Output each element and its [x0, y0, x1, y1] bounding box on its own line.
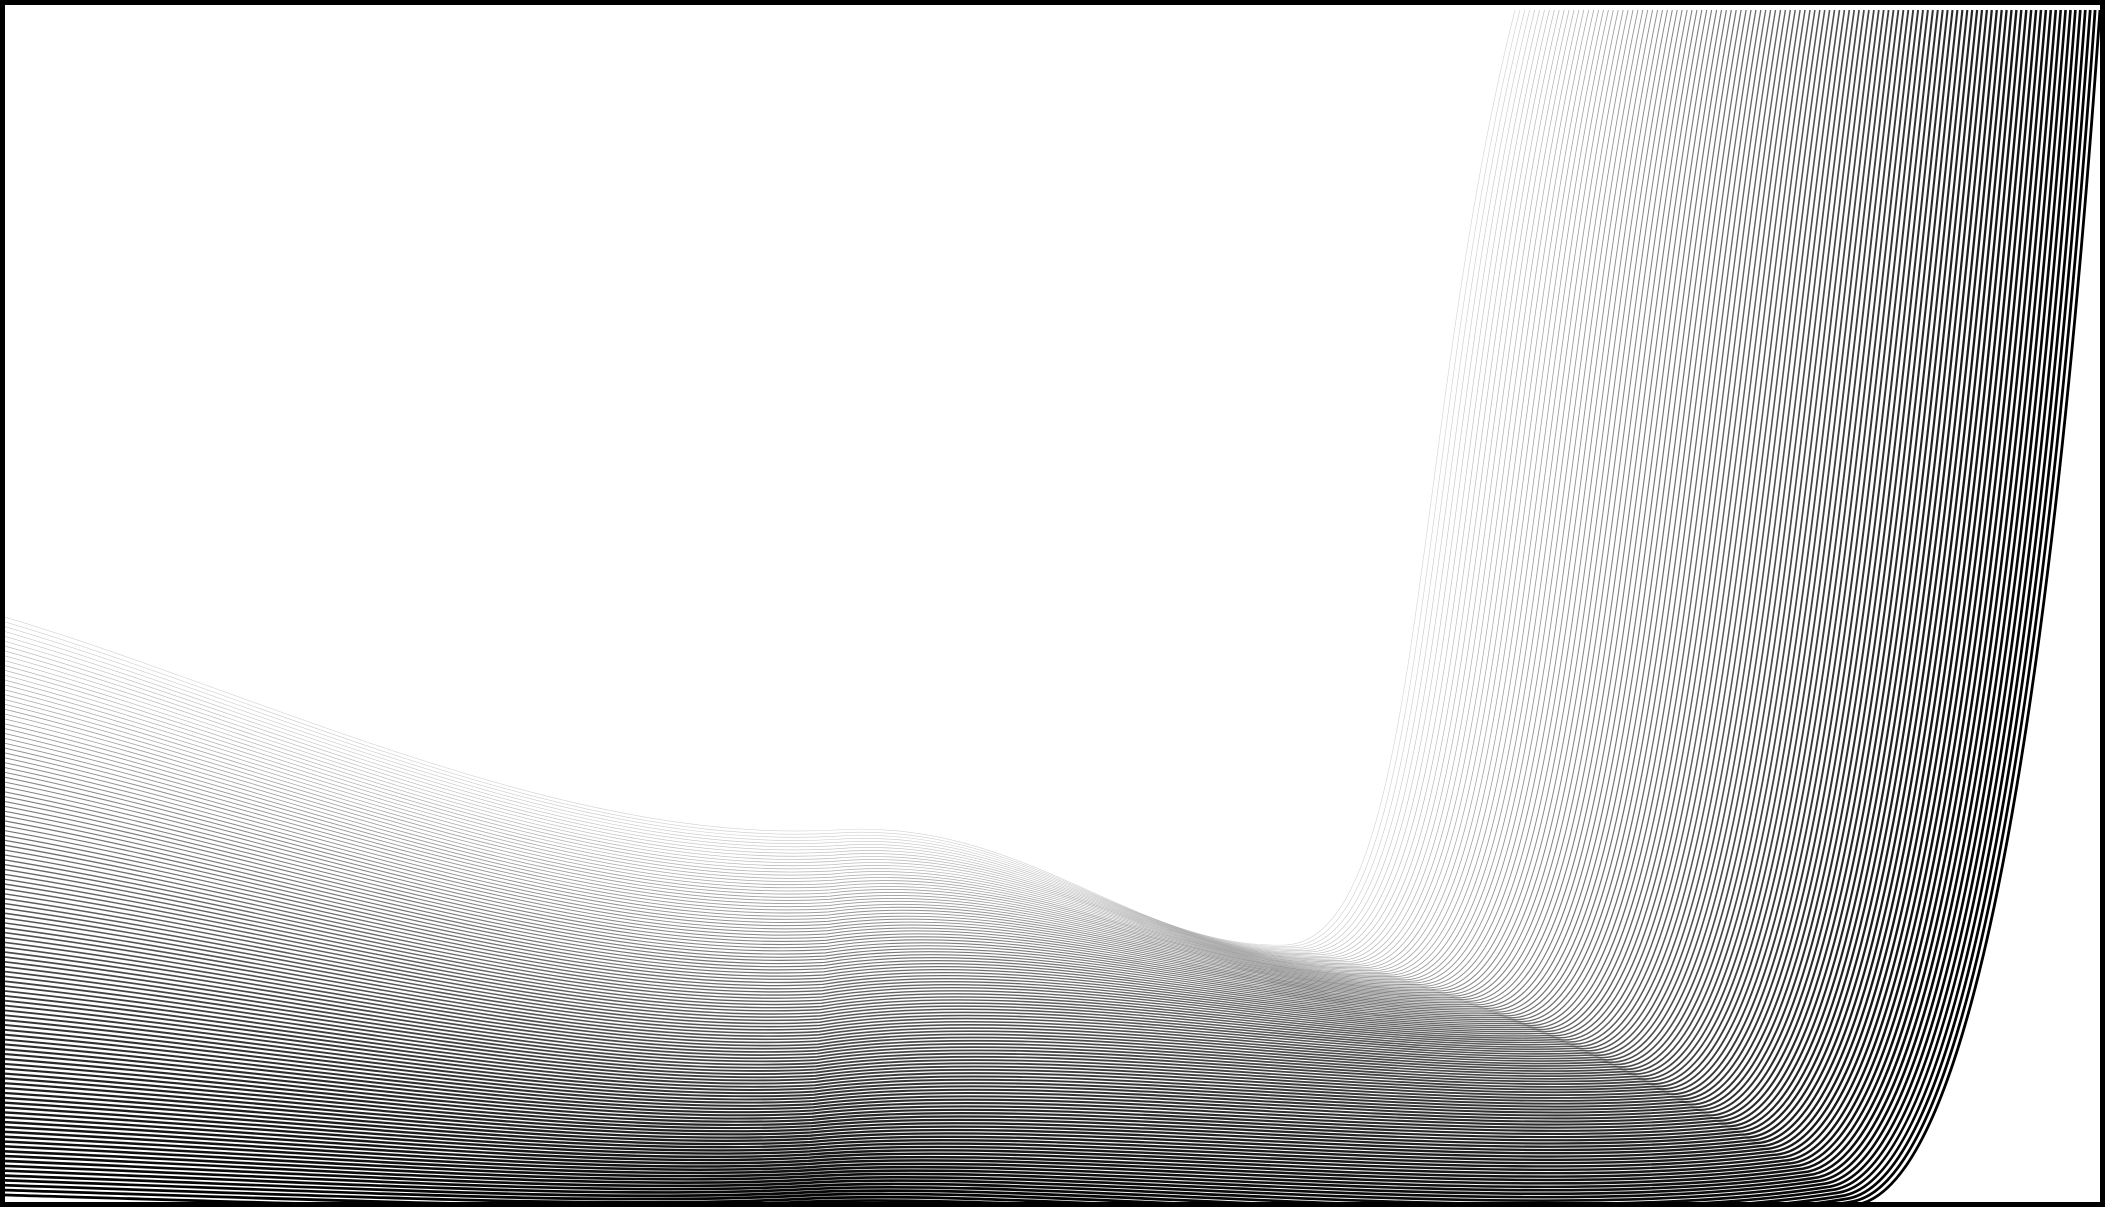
- wave-line: [5, 9, 1801, 1044]
- wave-line: [5, 9, 1796, 1041]
- wave-line: [5, 9, 1659, 989]
- wave-line: [5, 9, 1629, 979]
- wave-line: [5, 9, 1998, 1155]
- wave-line: [5, 9, 1856, 1070]
- wave-line: [5, 9, 1688, 999]
- wave-line: [5, 9, 1713, 1007]
- wave-line: [5, 9, 1954, 1126]
- wave-line: [5, 9, 1619, 976]
- wave-line-group: [5, 9, 2100, 1202]
- wave-line: [5, 9, 1929, 1111]
- wave-line: [5, 9, 1732, 1015]
- wave-line: [5, 9, 1575, 963]
- wave-line: [5, 9, 1531, 950]
- wave-line: [5, 9, 1614, 975]
- wave-line: [5, 9, 1880, 1083]
- wave-line: [5, 9, 1841, 1062]
- wave-line: [5, 9, 1772, 1031]
- wave-line: [5, 9, 1550, 956]
- wave-line: [5, 9, 1649, 985]
- wave-line: [5, 9, 1639, 982]
- wave-line: [5, 9, 1595, 969]
- wave-line: [5, 9, 1831, 1058]
- wave-line: [5, 9, 1718, 1009]
- wave-line: [5, 9, 1895, 1091]
- wave-artboard: [0, 0, 2105, 1207]
- wave-line: [5, 9, 1860, 1072]
- wave-line: [5, 9, 1727, 1013]
- wave-lines-graphic: [5, 9, 2100, 1202]
- wave-line: [5, 9, 1516, 946]
- wave-line: [5, 9, 1540, 953]
- wave-line: [5, 9, 1565, 960]
- wave-line: [5, 9, 1723, 1011]
- wave-line: [5, 9, 1900, 1094]
- wave-line: [5, 9, 1560, 958]
- wave-line: [5, 9, 1787, 1037]
- wave-line: [5, 9, 1521, 947]
- wave-line: [5, 9, 1536, 951]
- wave-line: [5, 9, 1634, 981]
- wave-line: [5, 9, 2008, 1161]
- wave-line: [5, 9, 1604, 972]
- wave-line: [5, 9, 1555, 957]
- wave-line: [5, 9, 1599, 970]
- wave-line: [5, 9, 1585, 966]
- wave-line: [5, 9, 1668, 992]
- wave-line: [5, 9, 2013, 1165]
- wave-line: [5, 9, 1959, 1129]
- wave-line: [5, 9, 1811, 1048]
- wave-line: [5, 9, 1698, 1002]
- wave-line: [5, 9, 1580, 964]
